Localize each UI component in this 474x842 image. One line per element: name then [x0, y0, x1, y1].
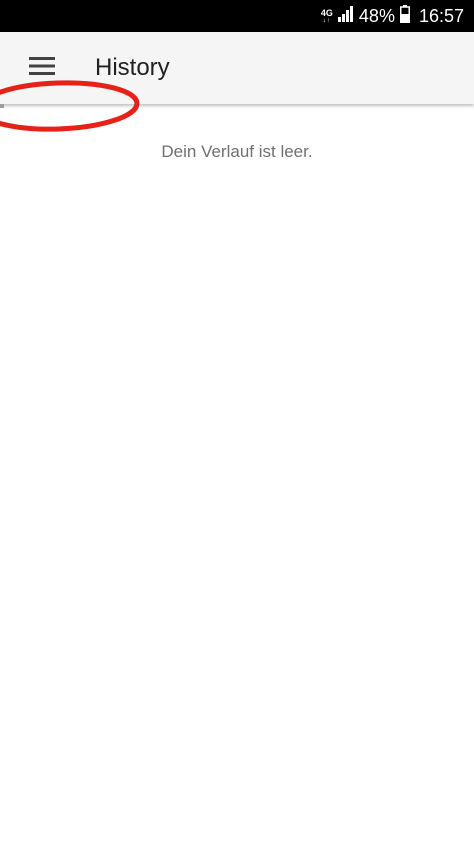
menu-button[interactable]	[22, 50, 62, 86]
battery-percent: 48%	[358, 6, 395, 26]
app-screen: 4G ↓↑ 48% 16:57 History Dein Verlauf ist…	[0, 0, 474, 842]
hamburger-menu-icon	[29, 56, 55, 81]
status-bar: 4G ↓↑ 48% 16:57	[0, 0, 474, 32]
data-activity-icon: ↓↑	[322, 17, 331, 24]
network-type-label: 4G	[320, 7, 333, 18]
status-bar-indicators: 4G ↓↑ 48% 16:57	[321, 0, 464, 32]
empty-history-message: Dein Verlauf ist leer.	[161, 142, 313, 161]
network-type-indicator: 4G ↓↑	[320, 7, 333, 24]
signal-icon	[337, 5, 354, 27]
page-title: History	[95, 54, 170, 81]
battery-icon	[399, 4, 410, 28]
progress-indicator	[0, 104, 4, 108]
app-bar: History	[0, 32, 474, 104]
status-clock: 16:57	[418, 6, 464, 26]
annotation-ellipse	[0, 80, 140, 132]
